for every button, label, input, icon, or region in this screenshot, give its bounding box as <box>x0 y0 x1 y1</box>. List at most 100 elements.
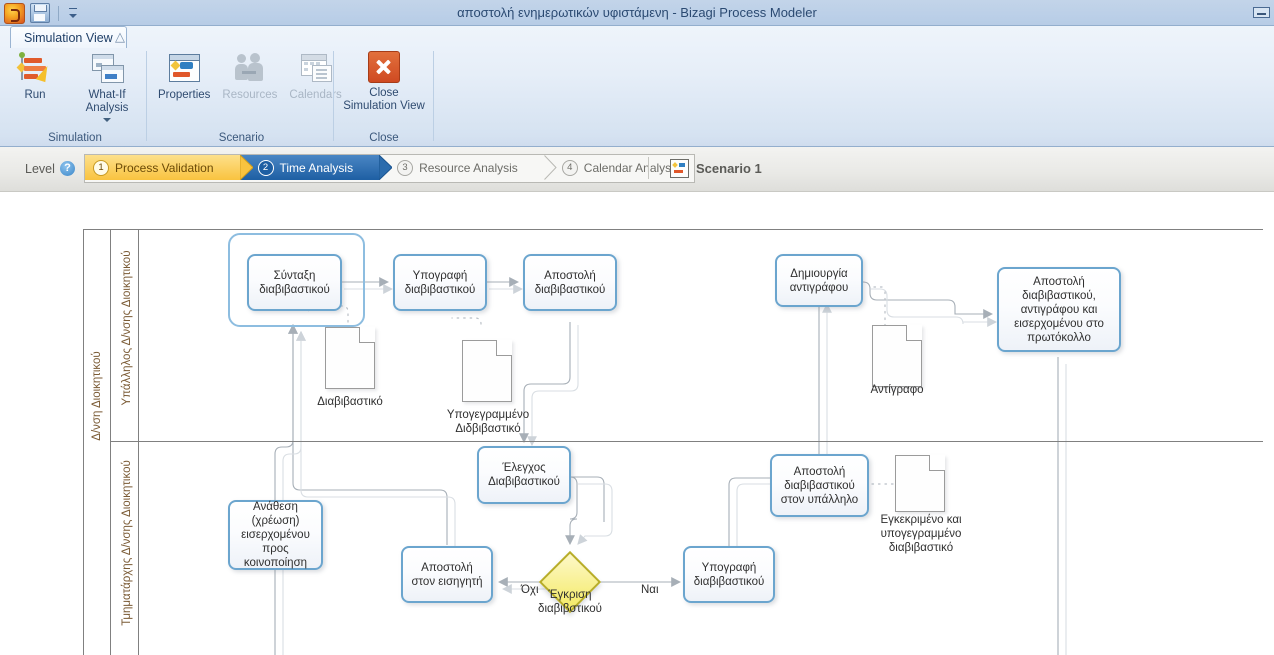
task-line-4: προς κοινοποίηση <box>243 543 308 569</box>
document-line-2: Διδβιβαστικό <box>455 423 521 435</box>
task-line-5: πρωτόκολλο <box>1027 331 1091 344</box>
step-number: 3 <box>397 159 414 176</box>
group-label-close: Close <box>369 132 399 144</box>
document-label: Υπογεγραμμένο Διδβιβαστικό <box>428 408 548 436</box>
task-ypografi-diavivastikou[interactable]: Υπογραφή διαβιβαστικού <box>393 254 487 311</box>
run-label: Run <box>24 89 46 101</box>
scenario-label: Scenario 1 <box>696 161 762 176</box>
group-label-simulation: Simulation <box>48 132 102 144</box>
step-chevron-icon <box>543 155 557 180</box>
resources-icon <box>233 51 267 85</box>
task-line-1: Ανάθεση <box>253 501 298 513</box>
properties-icon <box>167 51 201 85</box>
scenario-indicator[interactable]: Scenario 1 <box>670 159 762 178</box>
levelbar-divider <box>648 157 649 179</box>
title-bar: αποστολή ενημερωτικών υφιστάμενη - Bizag… <box>0 0 1274 26</box>
resources-button: Resources <box>216 47 283 102</box>
close-simulation-view-label-line1: Close <box>369 87 399 99</box>
ribbon-group-simulation: Run What-If Analysis Simulation <box>0 47 150 147</box>
pool-name: Δ/νση Διοικητικού <box>91 351 103 441</box>
task-apostoli-diavivastikou[interactable]: Αποστολή διαβιβαστικού <box>523 254 617 311</box>
task-line-2: αντιγράφου <box>789 281 849 294</box>
document-egkekrimeno-ypogegrammeno[interactable] <box>895 455 945 512</box>
task-apostoli-protokollo[interactable]: Αποστολή διαβιβαστικού, αντιγράφου και ε… <box>997 267 1121 352</box>
document-line-1: Εγκεκριμένο και <box>880 514 962 526</box>
properties-button[interactable]: Properties <box>152 47 216 102</box>
flow-label-yes: Ναι <box>641 584 659 596</box>
step-chevron-icon <box>239 155 253 180</box>
properties-label: Properties <box>158 89 211 101</box>
task-line-1: Έλεγχος <box>502 462 546 474</box>
document-line-2: υπογεγραμμένο <box>880 528 962 540</box>
document-antigrafo[interactable] <box>872 325 922 387</box>
task-line-2: (χρέωση) <box>251 515 300 527</box>
what-if-analysis-label: What-If Analysis <box>85 89 129 114</box>
task-syntaxi-diavivastikou[interactable]: Σύνταξη διαβιβαστικού <box>247 254 342 311</box>
level-label: Level <box>25 162 55 176</box>
task-line-1: Υπογραφή <box>701 561 757 574</box>
step-chevron-icon <box>379 155 393 180</box>
what-if-analysis-icon <box>90 51 124 85</box>
task-line-2: στον εισηγητή <box>411 575 483 588</box>
calendars-icon <box>299 51 333 85</box>
step-time-analysis[interactable]: 2 Time Analysis <box>239 155 393 180</box>
lane-name: Τμηματάρχης Δ/νσης Διοικητικού <box>121 460 133 626</box>
close-simulation-view-button[interactable]: Close Simulation View <box>337 47 431 113</box>
window-title: αποστολή ενημερωτικών υφιστάμενη - Bizag… <box>457 5 817 20</box>
task-line-2: διαβιβαστικού <box>259 283 330 296</box>
ribbon-tab-row: Simulation View △ <box>0 26 1274 48</box>
document-label: Αντίγραφο <box>847 383 947 397</box>
step-label: Resource Analysis <box>419 160 518 175</box>
task-line-3: στον υπάλληλο <box>780 493 859 506</box>
collapse-ribbon-icon[interactable]: △ <box>112 29 128 45</box>
bizagi-process-modeler-window: αποστολή ενημερωτικών υφιστάμενη - Bizag… <box>0 0 1274 655</box>
ribbon-group-close: Close Simulation View Close <box>335 47 433 147</box>
document-ypogegrammeno-diavivastiko[interactable] <box>462 340 512 402</box>
task-line-1: Αποστολή <box>793 465 846 478</box>
run-button[interactable]: Run <box>6 47 64 102</box>
document-line-1: Υπογεγραμμένο <box>446 409 530 421</box>
diagram-canvas[interactable]: Δ/νση Διοικητικού Υπάλληλος Δ/νσης Διοικ… <box>0 192 1274 655</box>
task-line-1: Σύνταξη <box>273 269 316 282</box>
task-apostoli-ston-eisigiti[interactable]: Αποστολή στον εισηγητή <box>401 546 493 603</box>
step-number: 4 <box>561 159 578 176</box>
task-line-1: Αποστολή <box>544 269 596 282</box>
help-icon[interactable]: ? <box>60 161 75 176</box>
level-steps: 1 Process Validation 2 Time Analysis 3 R… <box>84 154 695 183</box>
scenario-icon <box>670 159 689 178</box>
step-process-validation[interactable]: 1 Process Validation <box>85 155 253 180</box>
chevron-down-icon[interactable] <box>103 118 111 122</box>
task-line-2: διαβιβαστικού <box>784 479 855 492</box>
group-label-scenario: Scenario <box>218 132 265 144</box>
task-line-3: αντιγράφου και <box>1020 303 1098 316</box>
document-diavivastiko[interactable] <box>325 327 375 389</box>
document-label: Διαβιβαστικό <box>300 395 400 409</box>
what-if-analysis-button[interactable]: What-If Analysis <box>64 47 150 122</box>
document-line-1: Αντίγραφο <box>870 384 924 396</box>
task-apostoli-ston-ypallilo[interactable]: Αποστολή διαβιβαστικού στον υπάλληλο <box>770 454 869 517</box>
step-resource-analysis[interactable]: 3 Resource Analysis <box>379 155 557 180</box>
lane-header: Τμηματάρχης Δ/νσης Διοικητικού <box>111 442 139 655</box>
task-anathesi-eiserxomenou[interactable]: Ανάθεση (χρέωση) εισερχομένου προς κοινο… <box>228 500 323 570</box>
step-number: 2 <box>257 159 274 176</box>
task-line-1: Υπογραφή <box>412 269 468 282</box>
task-ypografi-diavivastikou-2[interactable]: Υπογραφή διαβιβαστικού <box>683 546 775 603</box>
run-icon <box>16 51 52 85</box>
task-elegxos-diavivastikou[interactable]: Έλεγχος Διαβιβαστικού <box>477 446 571 504</box>
lane-name: Υπάλληλος Δ/νσης Διοικητικού <box>121 250 133 406</box>
ribbon: Simulation View △ Run What-If Analysis S… <box>0 26 1274 147</box>
lane-header: Υπάλληλος Δ/νσης Διοικητικού <box>111 230 139 441</box>
ribbon-body: Run What-If Analysis Simulation Properti… <box>0 47 1274 147</box>
minimize-icon[interactable] <box>1253 7 1270 18</box>
group-divider <box>146 51 147 141</box>
document-label: Εγκεκριμένο και υπογεγραμμένο διαβιβαστι… <box>866 513 976 555</box>
task-line-2: διαβιβαστικού <box>534 283 606 296</box>
gateway-line-1: Έγκριση <box>548 589 592 601</box>
task-line-2: διαβιβαστικού <box>693 575 765 588</box>
tab-simulation-view[interactable]: Simulation View <box>10 26 127 48</box>
document-line-1: Διαβιβαστικό <box>317 396 383 408</box>
task-dimiourgia-antigrafou[interactable]: Δημιουργία αντιγράφου <box>775 254 863 307</box>
task-line-2: Διαβιβαστικού <box>488 476 560 488</box>
close-simulation-view-icon <box>367 51 400 83</box>
task-line-1: Δημιουργία <box>790 267 848 280</box>
